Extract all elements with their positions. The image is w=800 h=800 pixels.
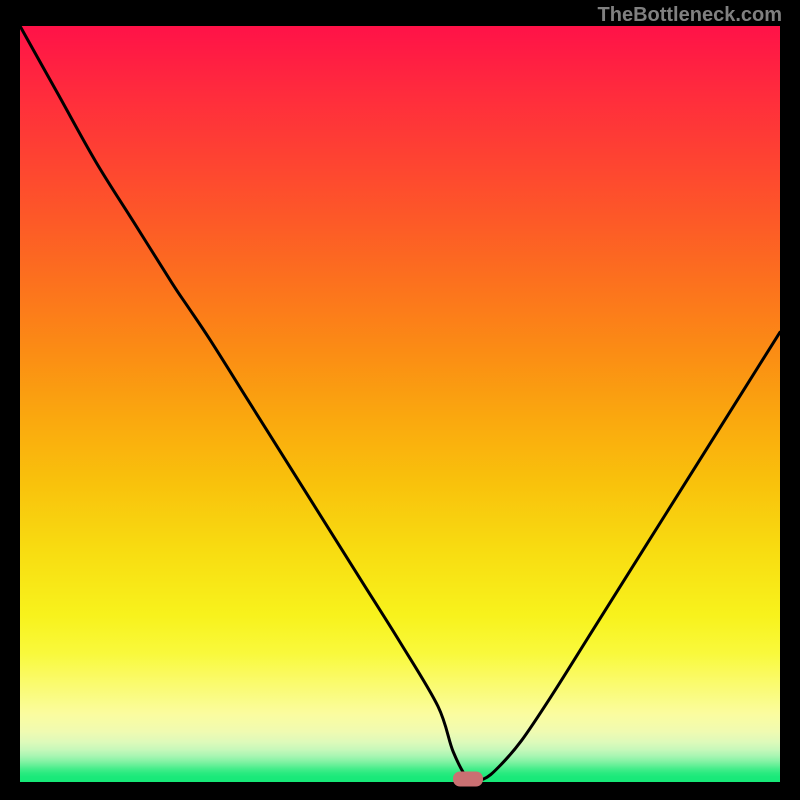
- watermark-text: TheBottleneck.com: [598, 4, 782, 27]
- chart-plot-area: [20, 26, 780, 782]
- bottleneck-marker: [453, 772, 483, 787]
